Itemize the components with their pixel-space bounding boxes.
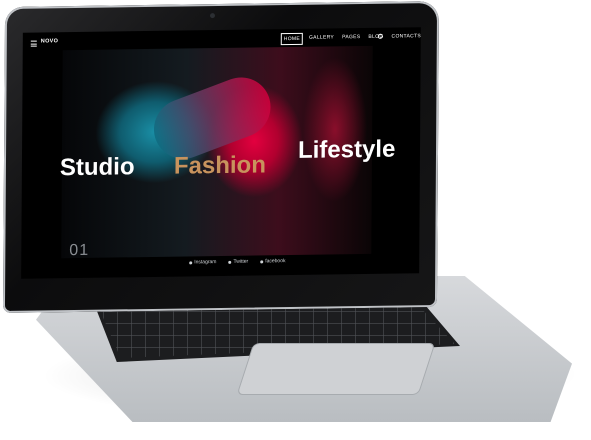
twitter-icon: [228, 260, 232, 264]
facebook-icon: [260, 259, 264, 263]
site-logo[interactable]: NOVO: [41, 38, 58, 44]
hero-word-lifestyle: Lifestyle: [297, 135, 396, 164]
slide-number: 01: [69, 241, 90, 260]
instagram-icon: [189, 260, 193, 264]
menu-icon[interactable]: [30, 40, 37, 47]
laptop-screen: NOVO HOME GALLERY PAGES BLOG CONTACTS St…: [21, 27, 421, 279]
hero-word-studio: Studio: [59, 153, 135, 182]
nav-contacts[interactable]: CONTACTS: [389, 31, 421, 43]
social-instagram[interactable]: Instagram: [189, 259, 216, 265]
nav-blog[interactable]: BLOG: [366, 32, 385, 44]
nav-links: HOME GALLERY PAGES BLOG CONTACTS: [280, 31, 421, 46]
social-links: Instagram Twitter facebook: [189, 258, 286, 265]
trackpad[interactable]: [236, 343, 436, 395]
social-twitter[interactable]: Twitter: [228, 259, 248, 265]
nav-gallery[interactable]: GALLERY: [307, 32, 336, 44]
nav-home[interactable]: HOME: [280, 32, 304, 46]
camera-icon: [209, 13, 216, 19]
nav-pages[interactable]: PAGES: [340, 32, 362, 44]
hero-word-fashion: Fashion: [173, 151, 267, 180]
social-facebook[interactable]: facebook: [260, 258, 286, 264]
